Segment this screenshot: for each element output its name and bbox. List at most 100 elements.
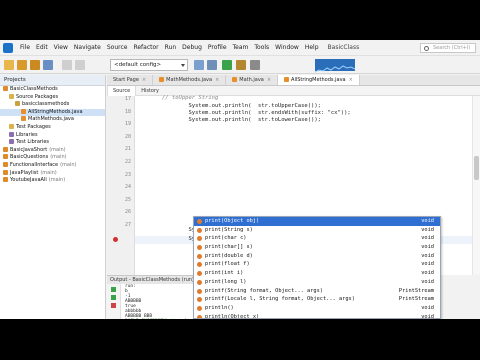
completion-item[interactable]: print(double d) void: [194, 252, 440, 261]
tree-item-label: Source Packages: [16, 93, 59, 100]
tree-item-branch: (main): [40, 169, 57, 176]
toolbar: <default config>: [0, 56, 480, 74]
debug-icon[interactable]: [236, 60, 246, 70]
tree-item-branch: (main): [48, 177, 66, 184]
completion-return-type: void: [421, 313, 434, 319]
tree-item[interactable]: Source Packages: [0, 93, 105, 102]
tree-item[interactable]: YoutubeJavaAll (main): [0, 177, 105, 185]
completion-signature: print(char c): [205, 235, 247, 242]
editor-scrollbar[interactable]: [472, 96, 480, 275]
tab-allstringmethods[interactable]: AllStringMethods.java ×: [278, 75, 360, 85]
line-number: 17: [124, 96, 131, 102]
rerun-icon[interactable]: [111, 287, 116, 292]
menu-view[interactable]: View: [51, 44, 71, 51]
tree-item-label: YoutubeJavaAll: [10, 177, 47, 184]
rerun-debug-icon[interactable]: [111, 295, 116, 300]
tree-item[interactable]: BasicClassMethods: [0, 86, 105, 94]
subtab-source[interactable]: Source: [107, 85, 137, 96]
menu-file[interactable]: File: [17, 44, 33, 51]
code-completion-popup[interactable]: print(Object obj) void print(String s) void…: [193, 216, 441, 319]
output-gutter: [107, 284, 121, 319]
completion-item[interactable]: print(float f) void: [194, 260, 440, 269]
project-tree: BasicClassMethods Source Packages basiccla…: [0, 86, 105, 185]
method-icon: [197, 227, 202, 233]
scrollbar-thumb[interactable]: [474, 156, 479, 180]
tree-item-label: Libraries: [16, 131, 38, 138]
menu-navigate[interactable]: Navigate: [71, 44, 104, 51]
menu-edit[interactable]: Edit: [33, 44, 51, 51]
clean-build-icon[interactable]: [207, 60, 217, 70]
library-icon: [9, 139, 14, 145]
menu-tools[interactable]: Tools: [251, 44, 272, 51]
close-icon[interactable]: ×: [267, 77, 271, 83]
menu-refactor[interactable]: Refactor: [130, 44, 161, 51]
tree-item[interactable]: BasicQuestions (main): [0, 154, 105, 162]
error-marker-icon[interactable]: [113, 237, 118, 242]
completion-signature: println(): [205, 304, 234, 311]
completion-item[interactable]: println() void: [194, 304, 440, 313]
build-icon[interactable]: [194, 60, 204, 70]
close-icon[interactable]: ×: [215, 77, 219, 83]
tab-math[interactable]: Math.java ×: [226, 75, 279, 85]
menu-team[interactable]: Team: [230, 44, 252, 51]
stop-icon[interactable]: [111, 303, 116, 308]
config-select[interactable]: <default config>: [110, 59, 188, 71]
menu-run[interactable]: Run: [162, 44, 180, 51]
close-icon[interactable]: ×: [349, 77, 353, 83]
completion-item[interactable]: printf(Locale l, String format, Object..…: [194, 295, 440, 304]
menu-debug[interactable]: Debug: [179, 44, 205, 51]
line-number: 20: [124, 133, 131, 140]
tab-start-page[interactable]: Start Page ×: [107, 75, 154, 85]
tree-item[interactable]: Test Packages: [0, 123, 105, 132]
completion-return-type: void: [421, 226, 434, 233]
completion-item[interactable]: print(char[] s) void: [194, 243, 440, 252]
open-project-icon[interactable]: [30, 60, 40, 70]
method-icon: [197, 297, 202, 303]
completion-item[interactable]: print(char c) void: [194, 234, 440, 243]
tree-item[interactable]: FunctionalInterface (main): [0, 161, 105, 170]
completion-signature: printf(Locale l, String format, Object..…: [205, 296, 355, 303]
method-icon: [197, 305, 202, 311]
search-input[interactable]: Search (Ctrl+I): [420, 43, 476, 53]
tree-item[interactable]: MathMethods.java: [0, 116, 105, 124]
projects-header: Projects: [0, 75, 105, 86]
new-project-icon[interactable]: [17, 60, 27, 70]
completion-item[interactable]: print(long l) void: [194, 278, 440, 287]
menu-window[interactable]: Window: [272, 44, 302, 51]
memory-usage-graph[interactable]: [314, 59, 356, 73]
completion-return-type: void: [421, 278, 434, 285]
tree-item[interactable]: BasicJavaShort (main): [0, 146, 105, 155]
save-all-icon[interactable]: [43, 60, 53, 70]
run-icon[interactable]: [222, 60, 232, 70]
menu-help[interactable]: Help: [302, 44, 322, 51]
package-folder-icon: [9, 93, 14, 99]
completion-item[interactable]: printf(String format, Object... args) Pri…: [194, 287, 440, 296]
line-number-gutter: 17 18 19 20 21 22 23 24 25 26 27: [107, 96, 135, 275]
project-icon: [3, 169, 8, 175]
completion-item[interactable]: println(Object x) void: [194, 313, 440, 319]
completion-item[interactable]: print(String s) void: [194, 226, 440, 235]
line-number: 24: [124, 184, 131, 191]
menu-source[interactable]: Source: [104, 44, 131, 51]
profile-icon[interactable]: [250, 60, 260, 70]
completion-return-type: PrintStream: [398, 296, 434, 303]
tree-item[interactable]: Libraries: [0, 131, 105, 140]
tree-item-branch: (main): [50, 154, 67, 161]
java-file-icon: [232, 77, 238, 82]
new-file-icon[interactable]: [4, 60, 14, 70]
menubar: File Edit View Navigate Source Refactor …: [0, 40, 480, 56]
subtab-history[interactable]: History: [136, 86, 164, 96]
tab-mathmethods[interactable]: MathMethods.java ×: [153, 75, 227, 85]
tab-label: MathMethods.java: [166, 77, 213, 83]
tree-item[interactable]: JavaPlaylist (main): [0, 169, 105, 178]
completion-item[interactable]: print(int i) void: [194, 269, 440, 278]
undo-icon[interactable]: [62, 60, 72, 70]
menu-profile[interactable]: Profile: [205, 44, 230, 51]
project-icon: [3, 177, 8, 183]
tree-item[interactable]: AllStringMethods.java: [0, 108, 105, 117]
tree-item[interactable]: Test Libraries: [0, 139, 105, 147]
completion-item[interactable]: print(Object obj) void: [194, 217, 440, 226]
redo-icon[interactable]: [75, 60, 85, 70]
tree-item[interactable]: basicclassmethods: [0, 101, 105, 109]
close-icon[interactable]: ×: [142, 77, 146, 83]
